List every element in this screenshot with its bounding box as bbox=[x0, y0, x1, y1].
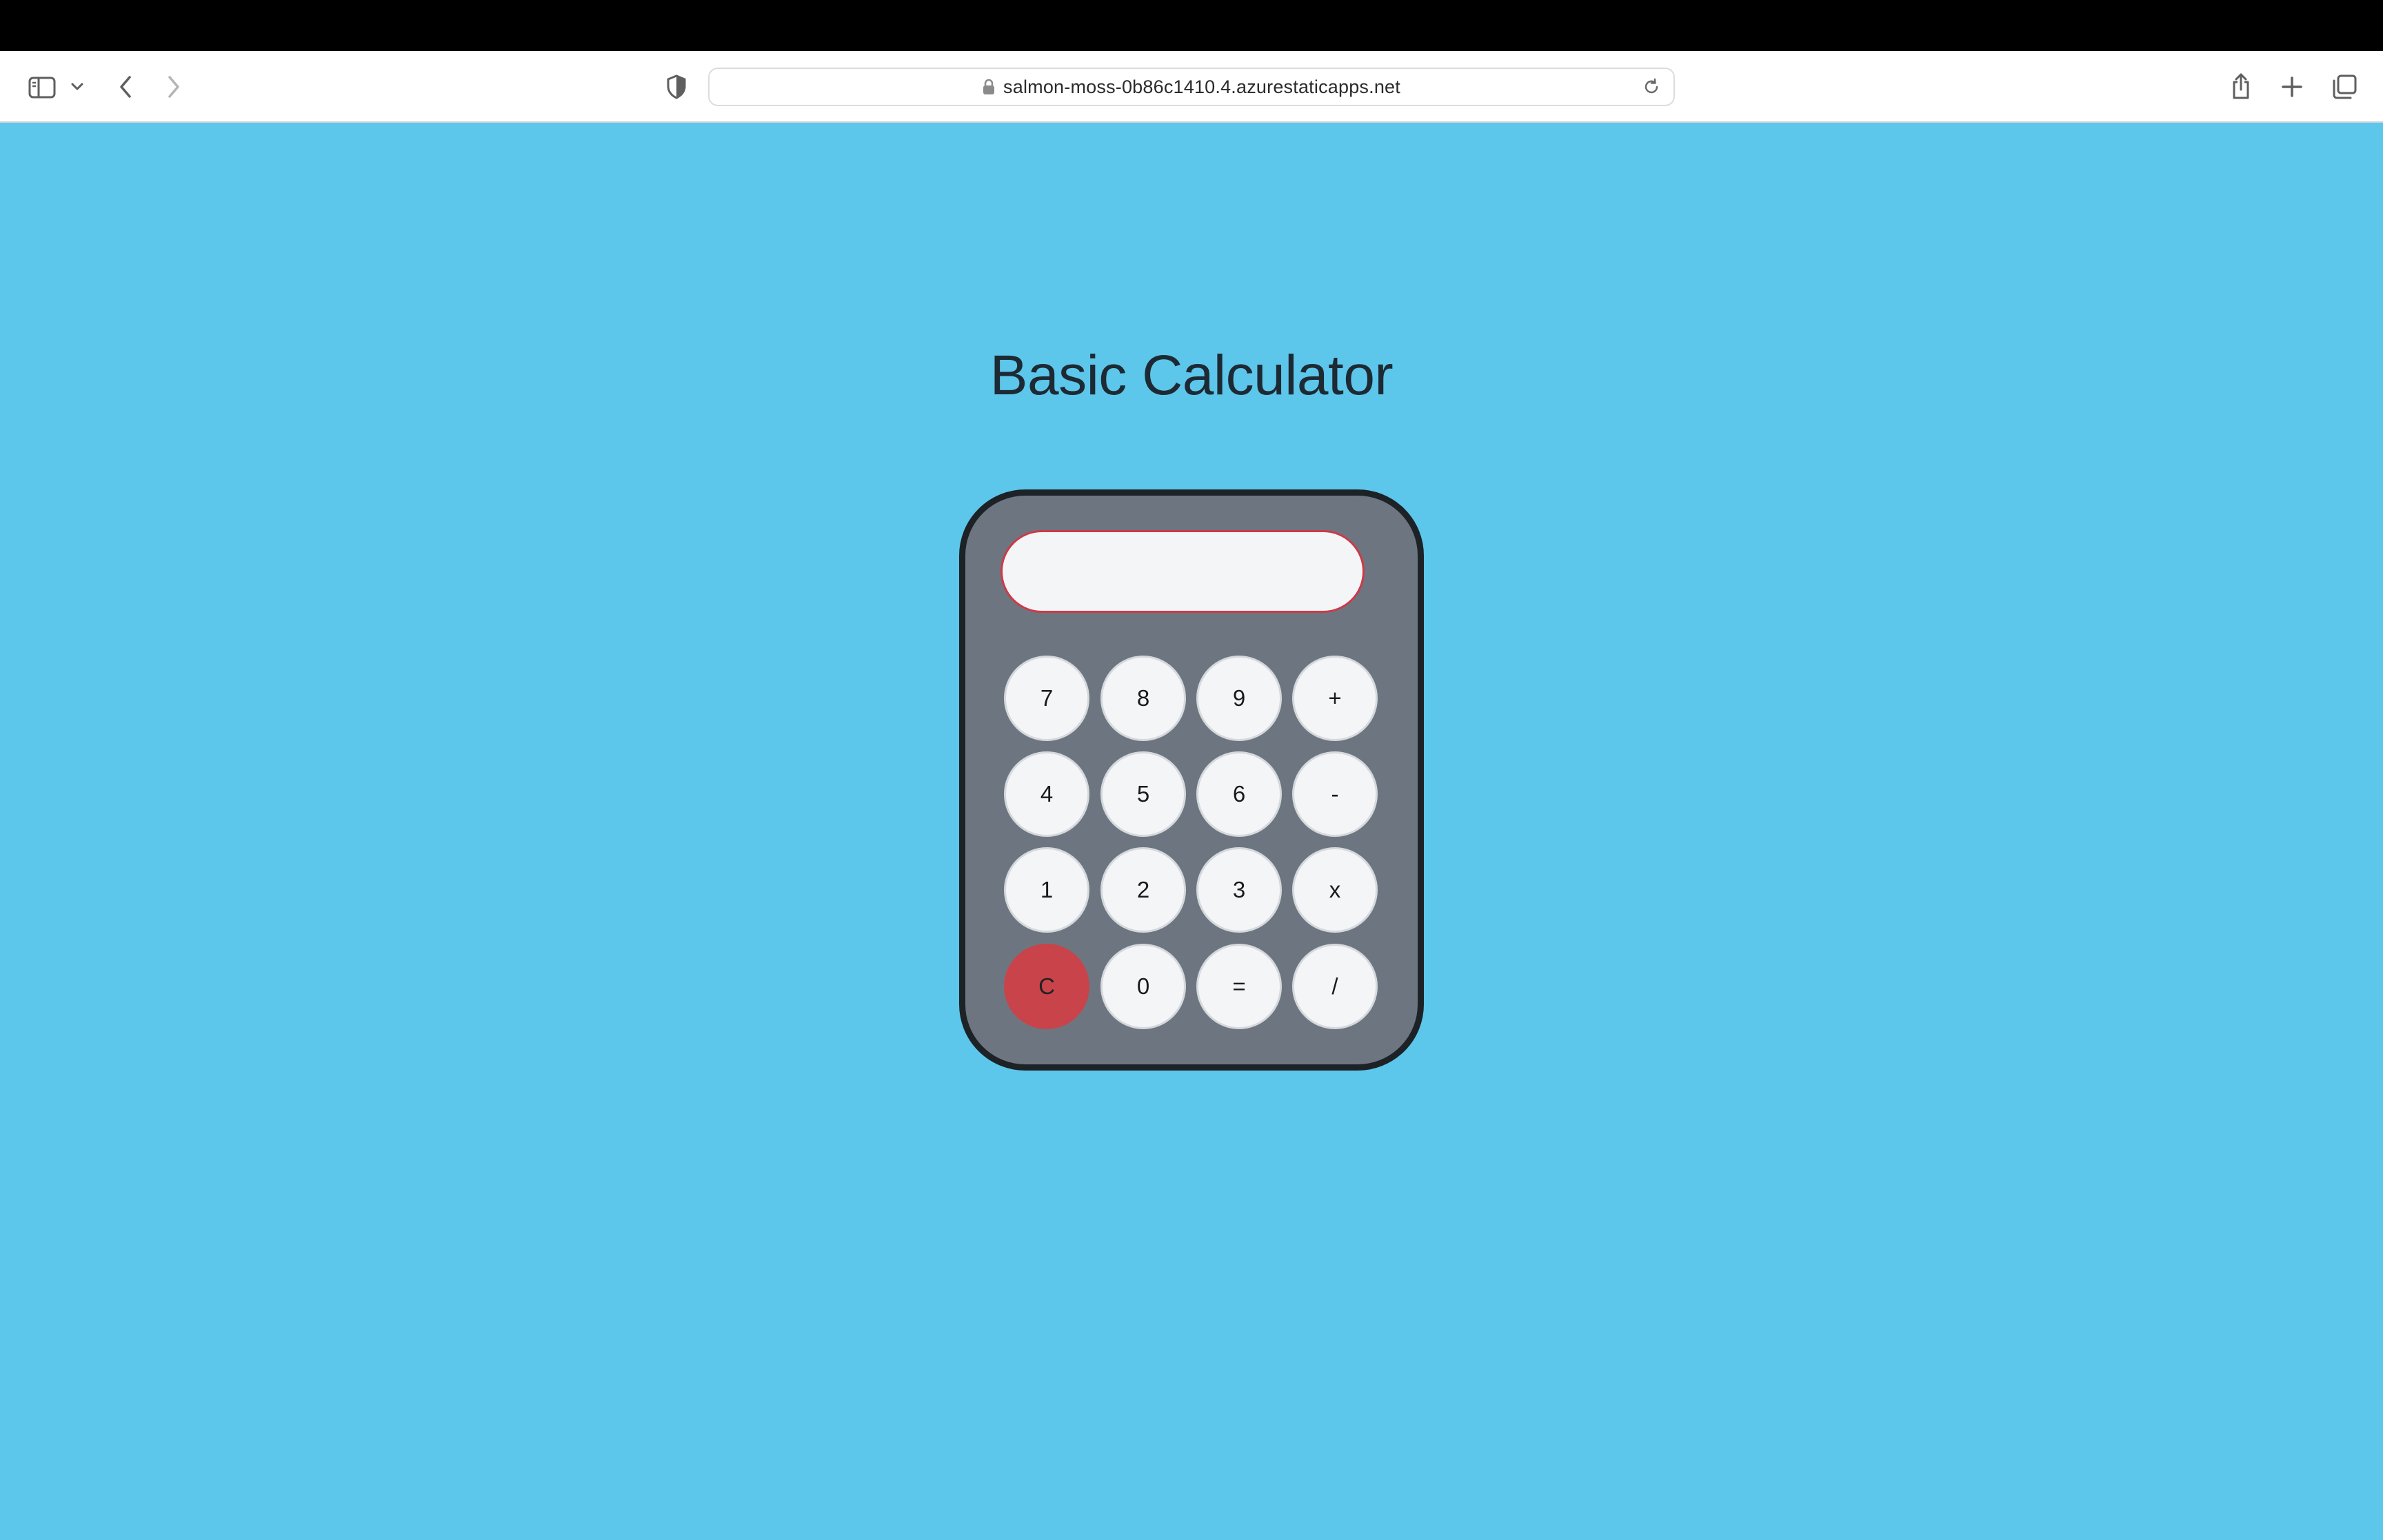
calculator: 7 8 9 + 4 5 6 - 1 2 3 x C 0 = / bbox=[959, 489, 1424, 1071]
key-3[interactable]: 3 bbox=[1196, 847, 1282, 933]
plus-icon[interactable] bbox=[2278, 73, 2306, 101]
address-url: salmon-moss-0b86c1410.4.azurestaticapps.… bbox=[1003, 76, 1400, 97]
calculator-display[interactable] bbox=[1001, 530, 1365, 613]
key-0[interactable]: 0 bbox=[1100, 944, 1186, 1029]
key-5[interactable]: 5 bbox=[1100, 751, 1186, 837]
key-8[interactable]: 8 bbox=[1100, 656, 1186, 741]
key-multiply[interactable]: x bbox=[1292, 847, 1378, 933]
chevron-down-icon[interactable] bbox=[69, 79, 86, 95]
lock-icon bbox=[983, 79, 995, 95]
key-minus[interactable]: - bbox=[1292, 751, 1378, 837]
key-clear[interactable]: C bbox=[1004, 944, 1089, 1029]
key-4[interactable]: 4 bbox=[1004, 751, 1089, 837]
key-equals[interactable]: = bbox=[1196, 944, 1282, 1029]
page-title: Basic Calculator bbox=[989, 344, 1394, 407]
address-bar[interactable]: salmon-moss-0b86c1410.4.azurestaticapps.… bbox=[708, 68, 1675, 106]
system-menu-bar bbox=[0, 0, 2383, 51]
key-9[interactable]: 9 bbox=[1196, 656, 1282, 741]
key-plus[interactable]: + bbox=[1292, 656, 1378, 741]
share-icon[interactable] bbox=[2227, 69, 2255, 103]
key-divide[interactable]: / bbox=[1292, 944, 1378, 1029]
tabs-icon[interactable] bbox=[2329, 72, 2360, 102]
chevron-right-icon[interactable] bbox=[160, 72, 188, 102]
key-2[interactable]: 2 bbox=[1100, 847, 1186, 933]
sidebar-icon[interactable] bbox=[26, 72, 58, 103]
shield-icon[interactable] bbox=[662, 70, 691, 103]
reload-icon[interactable] bbox=[1642, 77, 1661, 100]
chevron-left-icon[interactable] bbox=[112, 72, 139, 102]
browser-toolbar: salmon-moss-0b86c1410.4.azurestaticapps.… bbox=[0, 51, 2383, 123]
key-1[interactable]: 1 bbox=[1004, 847, 1089, 933]
key-6[interactable]: 6 bbox=[1196, 751, 1282, 837]
key-7[interactable]: 7 bbox=[1004, 656, 1089, 741]
